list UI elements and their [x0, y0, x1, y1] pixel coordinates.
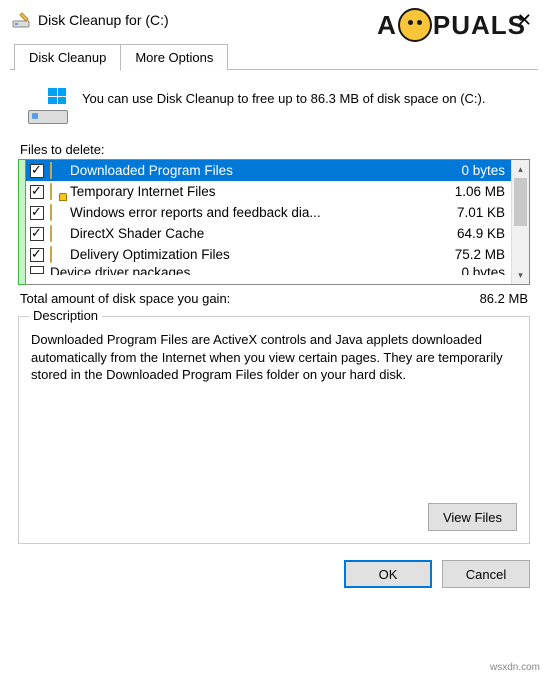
- list-item[interactable]: Downloaded Program Files 0 bytes: [26, 160, 511, 181]
- file-list-wrap: Downloaded Program Files 0 bytes Tempora…: [18, 159, 530, 285]
- checkbox[interactable]: [30, 164, 44, 178]
- description-group: Description Downloaded Program Files are…: [18, 316, 530, 544]
- close-icon[interactable]: ✕: [508, 11, 538, 29]
- file-name: Device driver packages: [50, 265, 451, 275]
- tab-more-options[interactable]: More Options: [120, 44, 228, 70]
- cancel-button[interactable]: Cancel: [442, 560, 530, 588]
- file-name: DirectX Shader Cache: [70, 226, 447, 241]
- file-size: 0 bytes: [451, 265, 505, 275]
- checkbox[interactable]: [30, 185, 44, 199]
- checkbox[interactable]: [30, 206, 44, 220]
- scroll-down-icon[interactable]: ▾: [512, 266, 529, 284]
- file-size: 0 bytes: [451, 163, 505, 178]
- file-name: Downloaded Program Files: [70, 163, 451, 178]
- checkbox[interactable]: [30, 248, 44, 262]
- total-label: Total amount of disk space you gain:: [20, 291, 480, 306]
- footer-credit: wsxdn.com: [490, 662, 540, 673]
- tab-content: You can use Disk Cleanup to free up to 8…: [0, 70, 548, 544]
- list-item[interactable]: Device driver packages 0 bytes: [26, 265, 511, 275]
- folder-locked-icon: [50, 184, 66, 200]
- files-to-delete-label: Files to delete:: [20, 142, 530, 157]
- ok-button[interactable]: OK: [344, 560, 432, 588]
- total-value: 86.2 MB: [480, 291, 528, 306]
- view-files-button[interactable]: View Files: [428, 503, 517, 531]
- annotation-highlight: [18, 159, 26, 285]
- folder-icon: [50, 247, 66, 263]
- file-size: 7.01 KB: [447, 205, 505, 220]
- folder-icon: [50, 205, 66, 221]
- tab-strip: Disk Cleanup More Options: [0, 44, 548, 70]
- window-title: Disk Cleanup for (C:): [38, 12, 508, 28]
- intro-row: You can use Disk Cleanup to free up to 8…: [28, 88, 520, 128]
- total-line: Total amount of disk space you gain: 86.…: [20, 291, 528, 306]
- file-name: Temporary Internet Files: [70, 184, 445, 199]
- file-size: 1.06 MB: [445, 184, 505, 199]
- drive-icon: [28, 88, 68, 128]
- list-item[interactable]: Temporary Internet Files 1.06 MB: [26, 181, 511, 202]
- scroll-up-icon[interactable]: ▴: [512, 160, 529, 178]
- disk-cleanup-icon: [12, 11, 30, 29]
- checkbox[interactable]: [30, 266, 44, 274]
- description-heading: Description: [29, 308, 102, 323]
- list-item[interactable]: Delivery Optimization Files 75.2 MB: [26, 244, 511, 265]
- folder-icon: [50, 226, 66, 242]
- file-name: Delivery Optimization Files: [70, 247, 445, 262]
- scroll-track[interactable]: [512, 178, 529, 266]
- checkbox[interactable]: [30, 227, 44, 241]
- file-list[interactable]: Downloaded Program Files 0 bytes Tempora…: [25, 159, 530, 285]
- tab-disk-cleanup[interactable]: Disk Cleanup: [14, 44, 121, 71]
- folder-icon: [50, 163, 66, 179]
- file-list-rows: Downloaded Program Files 0 bytes Tempora…: [26, 160, 511, 284]
- file-name: Windows error reports and feedback dia..…: [70, 205, 447, 220]
- scrollbar[interactable]: ▴ ▾: [511, 160, 529, 284]
- file-size: 75.2 MB: [445, 247, 505, 262]
- description-text: Downloaded Program Files are ActiveX con…: [31, 331, 517, 384]
- title-bar: Disk Cleanup for (C:) ✕: [0, 0, 548, 38]
- intro-text: You can use Disk Cleanup to free up to 8…: [82, 88, 485, 108]
- dialog-buttons: OK Cancel: [0, 544, 548, 588]
- scroll-thumb[interactable]: [514, 178, 527, 226]
- file-size: 64.9 KB: [447, 226, 505, 241]
- list-item[interactable]: Windows error reports and feedback dia..…: [26, 202, 511, 223]
- list-item[interactable]: DirectX Shader Cache 64.9 KB: [26, 223, 511, 244]
